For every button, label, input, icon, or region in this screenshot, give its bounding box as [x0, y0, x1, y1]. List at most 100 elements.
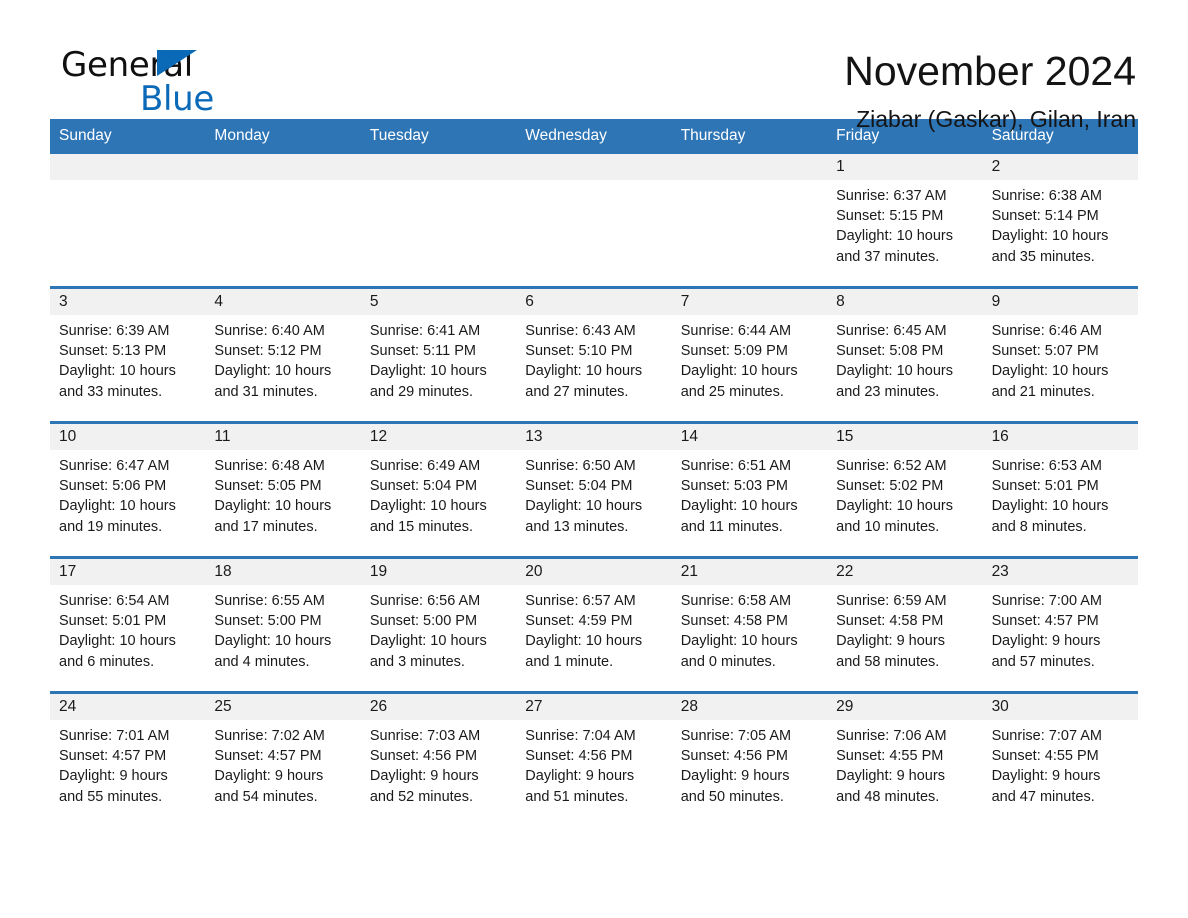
calendar-day-cell[interactable]: 10 Sunrise: 6:47 AM Sunset: 5:06 PM Dayligh… [50, 424, 206, 556]
weekday-header-thursday: Thursday [680, 127, 746, 144]
sunrise-text: Sunrise: 6:56 AM [369, 593, 481, 609]
calendar-day-cell[interactable]: 3 Sunrise: 6:39 AM Sunset: 5:13 PM Daylight… [50, 289, 206, 421]
sunrise-text: Sunrise: 6:54 AM [59, 593, 170, 609]
calendar-day-cell[interactable]: 30 Sunrise: 7:07 AM Sunset: 4:55 PM Dayligh… [982, 694, 1138, 826]
sunset-text: Sunset: 5:04 PM [369, 478, 478, 495]
daylight-text-cont: and 57 minutes. [991, 653, 1095, 670]
calendar-page: General Blue November 2024 Ziabar (Gaska… [0, 0, 1188, 918]
sunset-text: Sunset: 5:15 PM [836, 208, 944, 225]
calendar-week-row: 17 Sunrise: 6:54 AM Sunset: 5:01 PM Dayligh… [50, 556, 1138, 691]
day-number: 11 [205, 424, 361, 450]
sunset-text: Sunset: 5:07 PM [991, 343, 1099, 360]
sunrise-text: Sunrise: 7:06 AM [836, 728, 947, 744]
daylight-text: Daylight: 9 hours [991, 633, 1101, 650]
sunset-text: Sunset: 5:08 PM [836, 343, 944, 360]
calendar-day-cell[interactable]: 25 Sunrise: 7:02 AM Sunset: 4:57 PM Dayligh… [205, 694, 361, 826]
sunset-text: Sunset: 5:01 PM [991, 478, 1099, 495]
calendar-day-cell[interactable]: 28 Sunrise: 7:05 AM Sunset: 4:56 PM Dayligh… [671, 694, 828, 826]
calendar-day-cell[interactable]: 4 Sunrise: 6:40 AM Sunset: 5:12 PM Daylight… [205, 289, 361, 421]
calendar-day-cell[interactable]: 15 Sunrise: 6:52 AM Sunset: 5:02 PM Dayligh… [827, 424, 983, 556]
calendar-day-cell[interactable]: 16 Sunrise: 6:53 AM Sunset: 5:01 PM Dayligh… [982, 424, 1138, 556]
calendar-day-cell[interactable]: 24 Sunrise: 7:01 AM Sunset: 4:57 PM Dayligh… [50, 694, 206, 826]
sunset-text: Sunset: 5:05 PM [214, 478, 322, 495]
day-number [516, 154, 672, 180]
daylight-text: Daylight: 10 hours [836, 228, 954, 245]
day-details [361, 180, 516, 186]
daylight-text: Daylight: 10 hours [214, 633, 332, 650]
daylight-text: Daylight: 10 hours [59, 633, 176, 650]
day-details: Sunrise: 7:02 AM Sunset: 4:57 PM Daylight:… [205, 720, 360, 807]
day-details: Sunrise: 6:59 AM Sunset: 4:58 PM Daylight:… [827, 585, 982, 672]
calendar-day-cell[interactable]: 5 Sunrise: 6:41 AM Sunset: 5:11 PM Daylight… [360, 289, 517, 421]
calendar-day-cell[interactable]: 13 Sunrise: 6:50 AM Sunset: 5:04 PM Dayligh… [516, 424, 672, 556]
calendar-day-cell[interactable]: 17 Sunrise: 6:54 AM Sunset: 5:01 PM Dayligh… [50, 559, 206, 691]
calendar-day-cell[interactable]: 29 Sunrise: 7:06 AM Sunset: 4:55 PM Dayligh… [827, 694, 983, 826]
sunset-text: Sunset: 4:57 PM [59, 748, 167, 765]
day-details: Sunrise: 7:04 AM Sunset: 4:56 PM Daylight:… [516, 720, 671, 807]
sunset-text: Sunset: 5:00 PM [214, 613, 322, 630]
daylight-text-cont: and 35 minutes. [991, 248, 1095, 265]
weekday-header-friday: Friday [836, 127, 880, 144]
sunset-text: Sunset: 5:04 PM [525, 478, 633, 495]
daylight-text: Daylight: 9 hours [836, 633, 945, 650]
daylight-text: Daylight: 10 hours [680, 363, 798, 380]
sunset-text: Sunset: 4:55 PM [991, 748, 1099, 765]
page-header: General Blue November 2024 Ziabar (Gaska… [50, 0, 1138, 132]
calendar-day-cell[interactable]: 21 Sunrise: 6:58 AM Sunset: 4:58 PM Dayligh… [671, 559, 828, 691]
sunset-text: Sunset: 5:06 PM [59, 478, 167, 495]
calendar-day-cell[interactable]: 22 Sunrise: 6:59 AM Sunset: 4:58 PM Dayligh… [827, 559, 983, 691]
day-number: 4 [205, 289, 361, 315]
daylight-text: Daylight: 9 hours [525, 768, 635, 785]
day-details: Sunrise: 6:40 AM Sunset: 5:12 PM Daylight:… [205, 315, 360, 402]
sunrise-text: Sunrise: 6:50 AM [525, 458, 636, 474]
sunrise-text: Sunrise: 7:03 AM [369, 728, 481, 744]
day-details: Sunrise: 6:55 AM Sunset: 5:00 PM Daylight:… [205, 585, 360, 672]
sunset-text: Sunset: 4:57 PM [991, 613, 1099, 630]
calendar-day-cell[interactable]: 2 Sunrise: 6:38 AM Sunset: 5:14 PM Daylight… [982, 154, 1138, 286]
calendar-day-cell[interactable]: 27 Sunrise: 7:04 AM Sunset: 4:56 PM Dayligh… [516, 694, 672, 826]
calendar-day-cell[interactable]: 14 Sunrise: 6:51 AM Sunset: 5:03 PM Dayligh… [671, 424, 828, 556]
brand-logo[interactable]: General Blue [50, 46, 350, 126]
daylight-text: Daylight: 10 hours [59, 498, 176, 515]
calendar-day-cell-empty [50, 154, 206, 286]
calendar-day-cell[interactable]: 12 Sunrise: 6:49 AM Sunset: 5:04 PM Dayligh… [360, 424, 517, 556]
sunrise-text: Sunrise: 6:46 AM [991, 323, 1102, 339]
calendar-day-cell[interactable]: 6 Sunrise: 6:43 AM Sunset: 5:10 PM Daylight… [516, 289, 672, 421]
day-number: 30 [982, 694, 1138, 720]
day-details: Sunrise: 6:38 AM Sunset: 5:14 PM Daylight:… [983, 180, 1138, 267]
calendar-day-cell[interactable]: 23 Sunrise: 7:00 AM Sunset: 4:57 PM Dayligh… [982, 559, 1138, 691]
daylight-text-cont: and 13 minutes. [525, 518, 629, 535]
daylight-text: Daylight: 10 hours [525, 363, 643, 380]
daylight-text: Daylight: 9 hours [680, 768, 790, 785]
daylight-text: Daylight: 10 hours [369, 363, 487, 380]
day-number: 23 [982, 559, 1138, 585]
daylight-text-cont: and 8 minutes. [991, 518, 1087, 535]
daylight-text-cont: and 11 minutes. [680, 518, 783, 535]
daylight-text-cont: and 47 minutes. [991, 788, 1095, 805]
day-number: 27 [516, 694, 672, 720]
calendar-day-cell-empty [671, 154, 828, 286]
daylight-text: Daylight: 9 hours [836, 768, 945, 785]
calendar-day-cell[interactable]: 1 Sunrise: 6:37 AM Sunset: 5:15 PM Daylight… [827, 154, 983, 286]
calendar-day-cell[interactable]: 11 Sunrise: 6:48 AM Sunset: 5:05 PM Dayligh… [205, 424, 361, 556]
daylight-text-cont: and 37 minutes. [836, 248, 940, 265]
day-number: 22 [827, 559, 983, 585]
calendar-day-cell-empty [360, 154, 517, 286]
calendar-day-cell[interactable]: 19 Sunrise: 6:56 AM Sunset: 5:00 PM Dayligh… [360, 559, 517, 691]
calendar-day-cell[interactable]: 7 Sunrise: 6:44 AM Sunset: 5:09 PM Daylight… [671, 289, 828, 421]
calendar-day-cell[interactable]: 20 Sunrise: 6:57 AM Sunset: 4:59 PM Dayligh… [516, 559, 672, 691]
day-number: 16 [982, 424, 1138, 450]
day-number: 10 [50, 424, 206, 450]
sunrise-text: Sunrise: 7:01 AM [59, 728, 170, 744]
day-details: Sunrise: 6:57 AM Sunset: 4:59 PM Daylight:… [516, 585, 671, 672]
sunset-text: Sunset: 5:03 PM [680, 478, 788, 495]
calendar-day-cell[interactable]: 18 Sunrise: 6:55 AM Sunset: 5:00 PM Dayligh… [205, 559, 361, 691]
day-number: 12 [360, 424, 517, 450]
calendar-grid: Sunday Monday Tuesday Wednesday Thursday Frid… [50, 119, 1138, 826]
calendar-day-cell[interactable]: 9 Sunrise: 6:46 AM Sunset: 5:07 PM Daylight… [982, 289, 1138, 421]
calendar-day-cell[interactable]: 8 Sunrise: 6:45 AM Sunset: 5:08 PM Daylight… [827, 289, 983, 421]
sunrise-text: Sunrise: 6:45 AM [836, 323, 947, 339]
sunset-text: Sunset: 4:56 PM [369, 748, 478, 765]
daylight-text: Daylight: 10 hours [680, 633, 798, 650]
calendar-day-cell[interactable]: 26 Sunrise: 7:03 AM Sunset: 4:56 PM Dayligh… [360, 694, 517, 826]
